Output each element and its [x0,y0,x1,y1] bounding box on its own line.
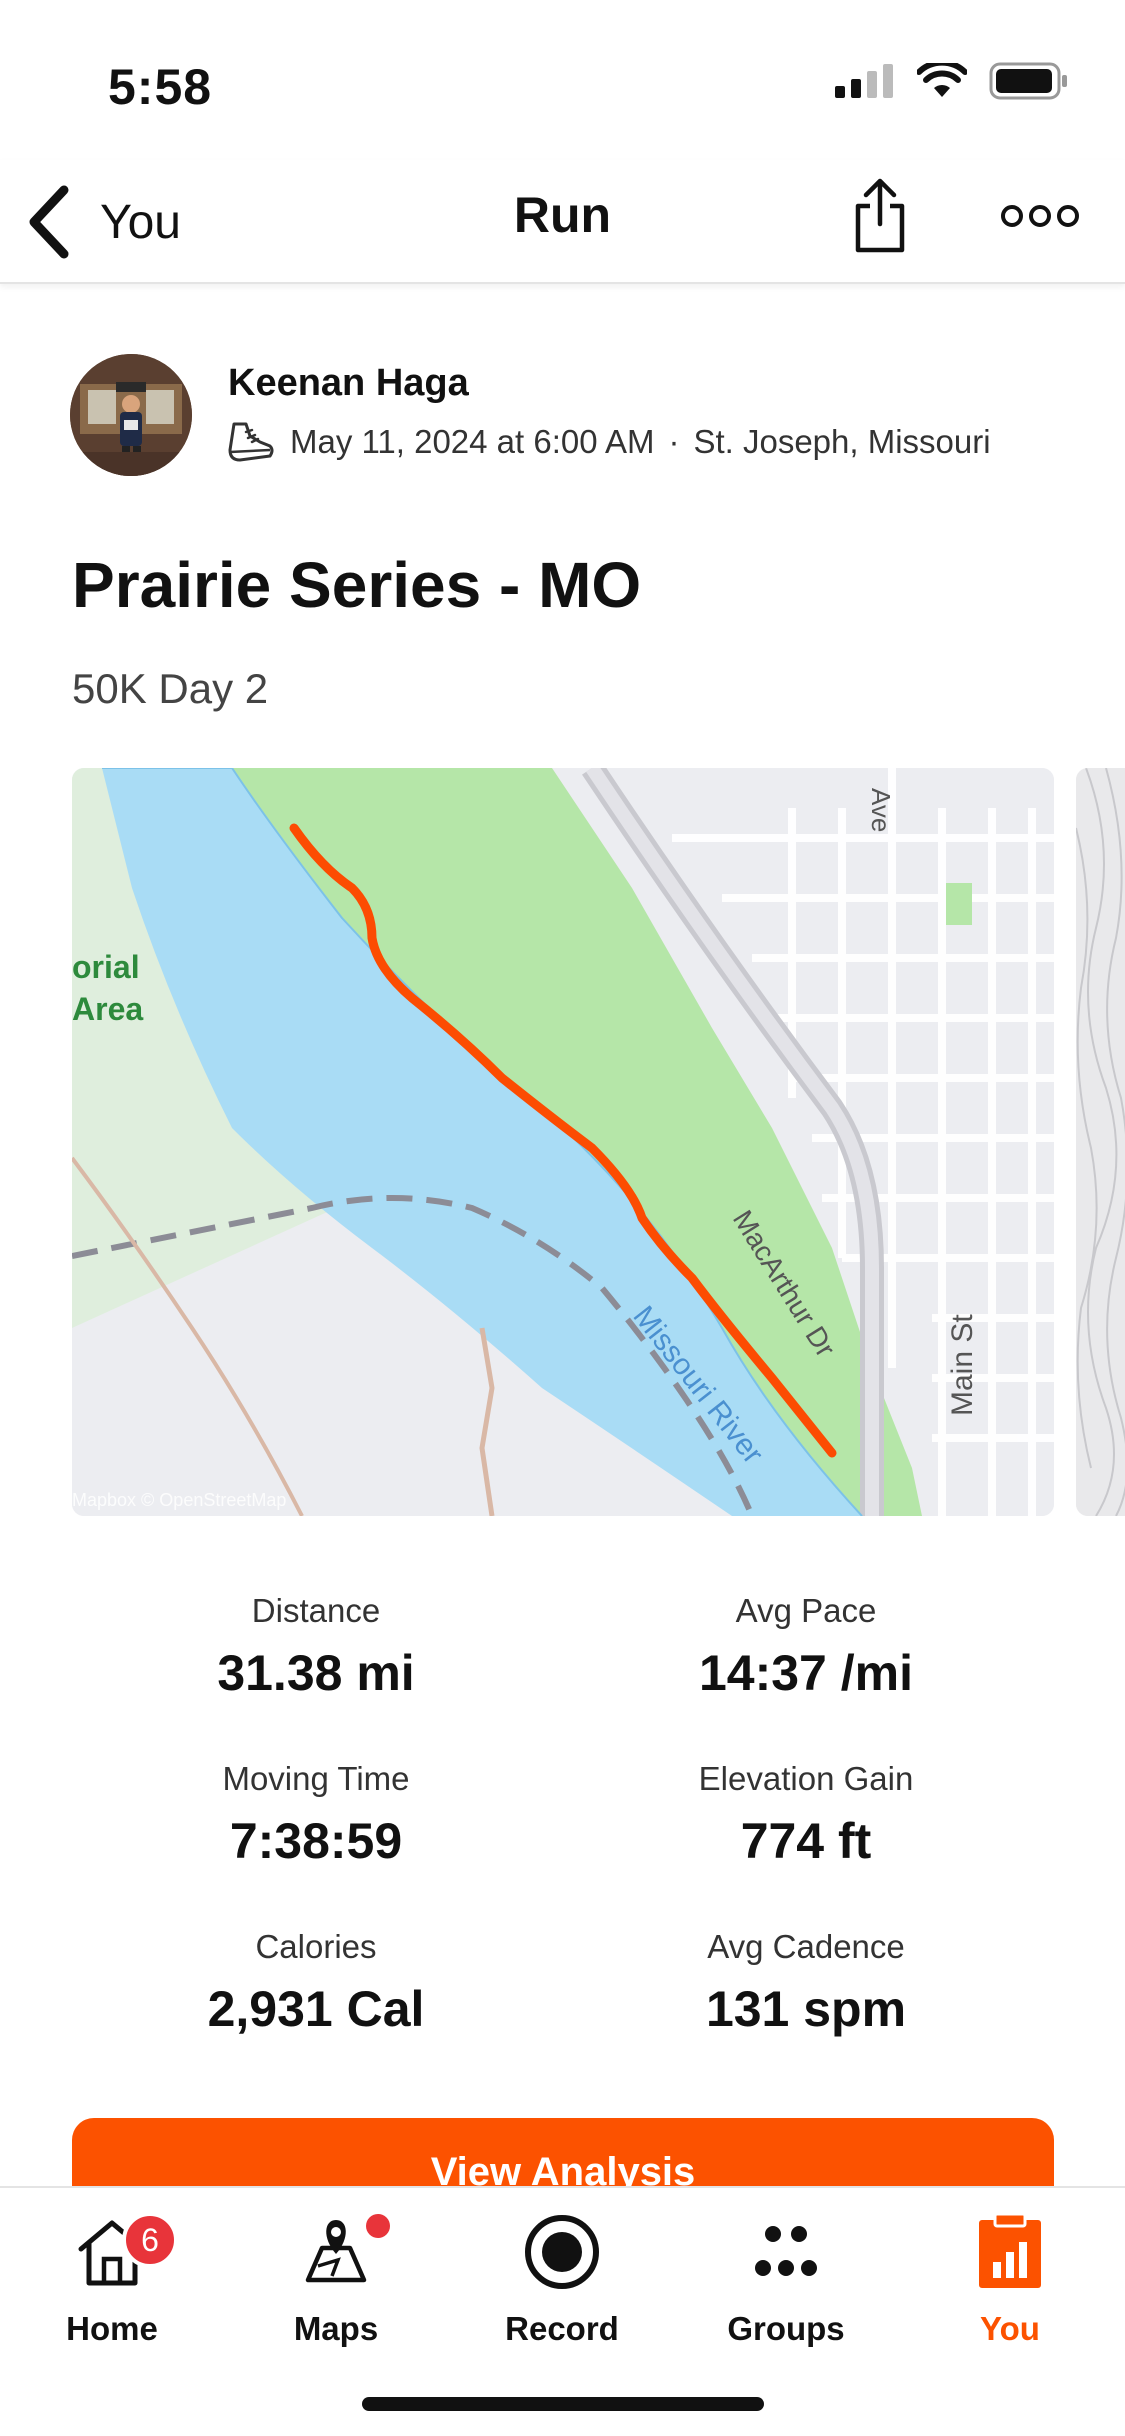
avatar[interactable] [70,354,192,476]
stat-value: 774 ft [740,1813,872,1869]
activity-title: Prairie Series - MO [72,549,642,621]
stat-value: 2,931 Cal [207,1981,425,2037]
groups-icon [755,2226,817,2276]
battery-icon [989,62,1067,100]
map-graphic: orial Area Missouri River MacArthur Dr M… [72,768,1054,1516]
more-horizontal-icon [1001,205,1079,227]
stat-value: 14:37 /mi [698,1645,913,1701]
status-bar: 5:58 [0,0,1125,160]
meta-separator: · [668,423,680,460]
stat-avg-cadence: Avg Cadence 131 spm [596,1928,1016,2038]
map-attribution: Mapbox © OpenStreetMap [72,1490,286,1510]
status-time: 5:58 [108,59,213,115]
tab-label: Home [66,2310,158,2347]
topo-preview-graphic [1076,768,1125,1516]
tab-maps[interactable]: Maps [246,2202,426,2348]
stat-label: Avg Pace [735,1592,877,1629]
tab-groups[interactable]: Groups [696,2202,876,2348]
tab-you[interactable]: You [920,2202,1100,2348]
tab-label: Groups [727,2310,845,2347]
activity-location: St. Joseph, Missouri [693,423,991,460]
share-icon [855,178,905,253]
stat-value: 131 spm [705,1981,907,2037]
stat-moving-time: Moving Time 7:38:59 [106,1760,526,1870]
maps-icon [305,2220,367,2283]
tab-home[interactable]: 6 Home [22,2202,202,2348]
stat-avg-pace: Avg Pace 14:37 /mi [596,1592,1016,1702]
stat-value: 31.38 mi [217,1645,415,1701]
stat-distance: Distance 31.38 mi [106,1592,526,1702]
tab-label: Maps [293,2310,379,2347]
map-label-road-3: Ave [866,788,896,832]
running-shoe-icon [228,422,274,462]
stat-label: Avg Cadence [707,1928,905,1965]
tab-label: You [980,2310,1040,2347]
page-title: Run [513,187,612,243]
home-indicator[interactable] [362,2397,764,2411]
nav-header: You Run [0,160,1125,284]
share-button[interactable] [850,176,910,256]
maps-notification-dot [366,2214,390,2238]
route-map[interactable]: orial Area Missouri River MacArthur Dr M… [72,768,1054,1516]
athlete-name[interactable]: Keenan Haga [228,362,469,405]
stat-value: 7:38:59 [229,1813,403,1869]
tab-label: Record [505,2310,619,2347]
tab-record[interactable]: Record [472,2202,652,2348]
stat-label: Distance [251,1592,381,1629]
stat-calories: Calories 2,931 Cal [106,1928,526,2038]
stat-label: Elevation Gain [698,1760,914,1797]
record-icon [525,2215,599,2289]
activity-meta: May 11, 2024 at 6:00 AM · St. Joseph, Mi… [226,420,991,464]
wifi-icon [917,63,967,97]
notification-badge: 6 [122,2212,178,2268]
cellular-signal-icon [835,64,893,98]
avatar-photo [70,354,192,476]
status-icons [835,62,1069,100]
map-label-road-2: Main St [946,1314,979,1416]
activity-description: 50K Day 2 [72,665,269,712]
you-icon [979,2214,1041,2288]
more-options-button[interactable] [1000,196,1080,236]
activity-date: May 11, 2024 at 6:00 AM [290,423,655,460]
map-label-area-1: orial [72,949,140,985]
stat-elevation-gain: Elevation Gain 774 ft [596,1760,1016,1870]
map-label-area-2: Area [72,991,143,1027]
stat-label: Moving Time [222,1760,410,1797]
stat-label: Calories [255,1928,377,1965]
next-map-preview[interactable] [1076,768,1125,1516]
